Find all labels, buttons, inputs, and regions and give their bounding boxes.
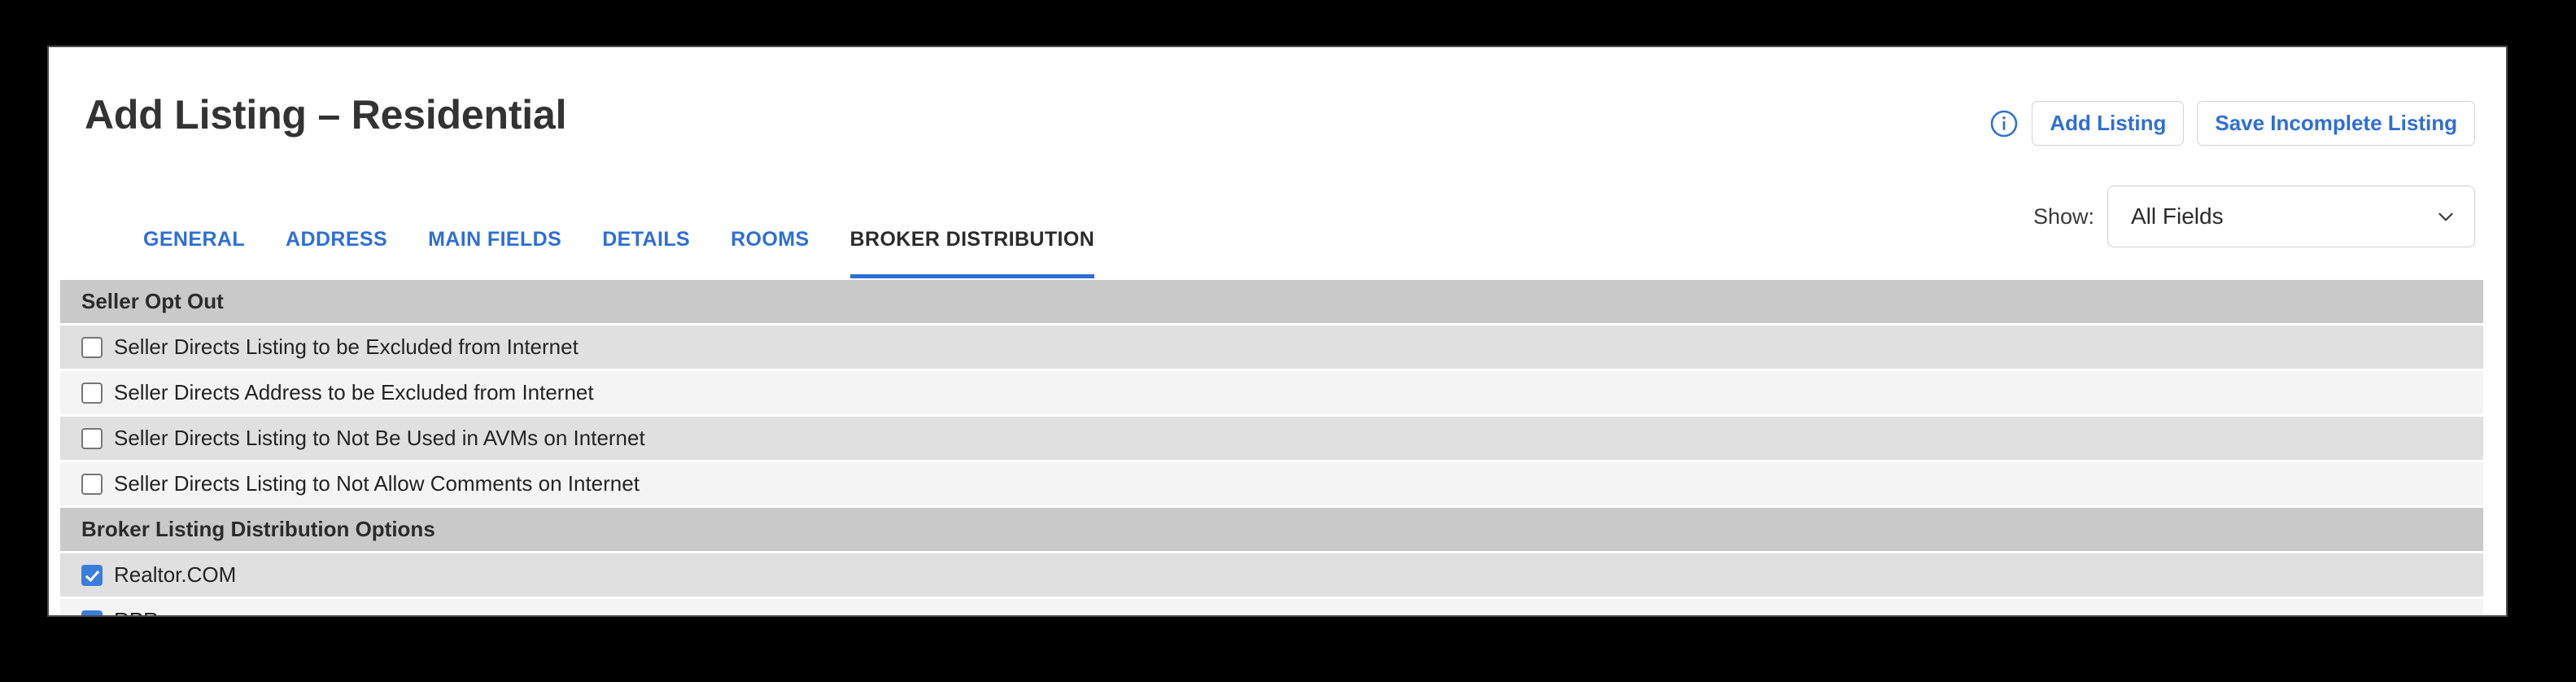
table-row[interactable]: Seller Directs Listing to Not Allow Comm… <box>60 462 2483 505</box>
show-select-value: All Fields <box>2131 203 2224 229</box>
show-field-filter: Show: All Fields <box>2033 186 2475 247</box>
checkbox-icon[interactable] <box>81 473 103 495</box>
info-circle-icon[interactable] <box>1989 109 2019 138</box>
field-label: Seller Directs Listing to Not Allow Comm… <box>114 471 640 496</box>
table-row[interactable]: Seller Directs Listing to Not Be Used in… <box>60 417 2483 460</box>
tab-rooms[interactable]: ROOMS <box>731 228 809 278</box>
listing-window: Add Listing – Residential Add Listing Sa… <box>47 46 2508 617</box>
page-header: Add Listing – Residential Add Listing Sa… <box>49 47 2506 151</box>
checkbox-icon[interactable] <box>81 336 103 358</box>
show-select[interactable]: All Fields <box>2107 186 2475 247</box>
table-row[interactable]: RPR <box>60 599 2483 615</box>
table-row[interactable]: Seller Directs Address to be Excluded fr… <box>60 371 2483 414</box>
section-header-seller-opt-out: Seller Opt Out <box>60 280 2483 323</box>
section-header-broker-listing-distribution-options: Broker Listing Distribution Options <box>60 508 2483 551</box>
page-title: Add Listing – Residential <box>85 92 567 138</box>
field-label: Realtor.COM <box>114 562 237 587</box>
field-table: Seller Opt Out Seller Directs Listing to… <box>60 280 2483 615</box>
field-label: RPR <box>114 608 159 615</box>
checkbox-icon[interactable] <box>81 427 103 449</box>
field-label: Seller Directs Address to be Excluded fr… <box>114 380 594 404</box>
add-listing-button[interactable]: Add Listing <box>2032 101 2185 146</box>
header-actions: Add Listing Save Incomplete Listing <box>1989 101 2475 146</box>
tab-general[interactable]: GENERAL <box>143 228 245 278</box>
tab-address[interactable]: ADDRESS <box>286 228 387 278</box>
tab-bar: GENERAL ADDRESS MAIN FIELDS DETAILS ROOM… <box>143 228 1095 278</box>
tab-broker-distribution[interactable]: BROKER DISTRIBUTION <box>849 228 1095 278</box>
tab-main-fields[interactable]: MAIN FIELDS <box>428 228 561 278</box>
table-row[interactable]: Seller Directs Listing to be Excluded fr… <box>60 326 2483 369</box>
checkbox-icon[interactable] <box>81 564 103 586</box>
checkbox-icon[interactable] <box>81 610 103 615</box>
checkbox-icon[interactable] <box>81 382 103 404</box>
show-label: Show: <box>2032 203 2094 229</box>
field-label: Seller Directs Listing to Not Be Used in… <box>114 426 645 450</box>
save-incomplete-listing-button[interactable]: Save Incomplete Listing <box>2197 101 2475 146</box>
field-label: Seller Directs Listing to be Excluded fr… <box>114 334 579 359</box>
tab-details[interactable]: DETAILS <box>602 228 690 278</box>
table-row[interactable]: Realtor.COM <box>60 553 2483 597</box>
